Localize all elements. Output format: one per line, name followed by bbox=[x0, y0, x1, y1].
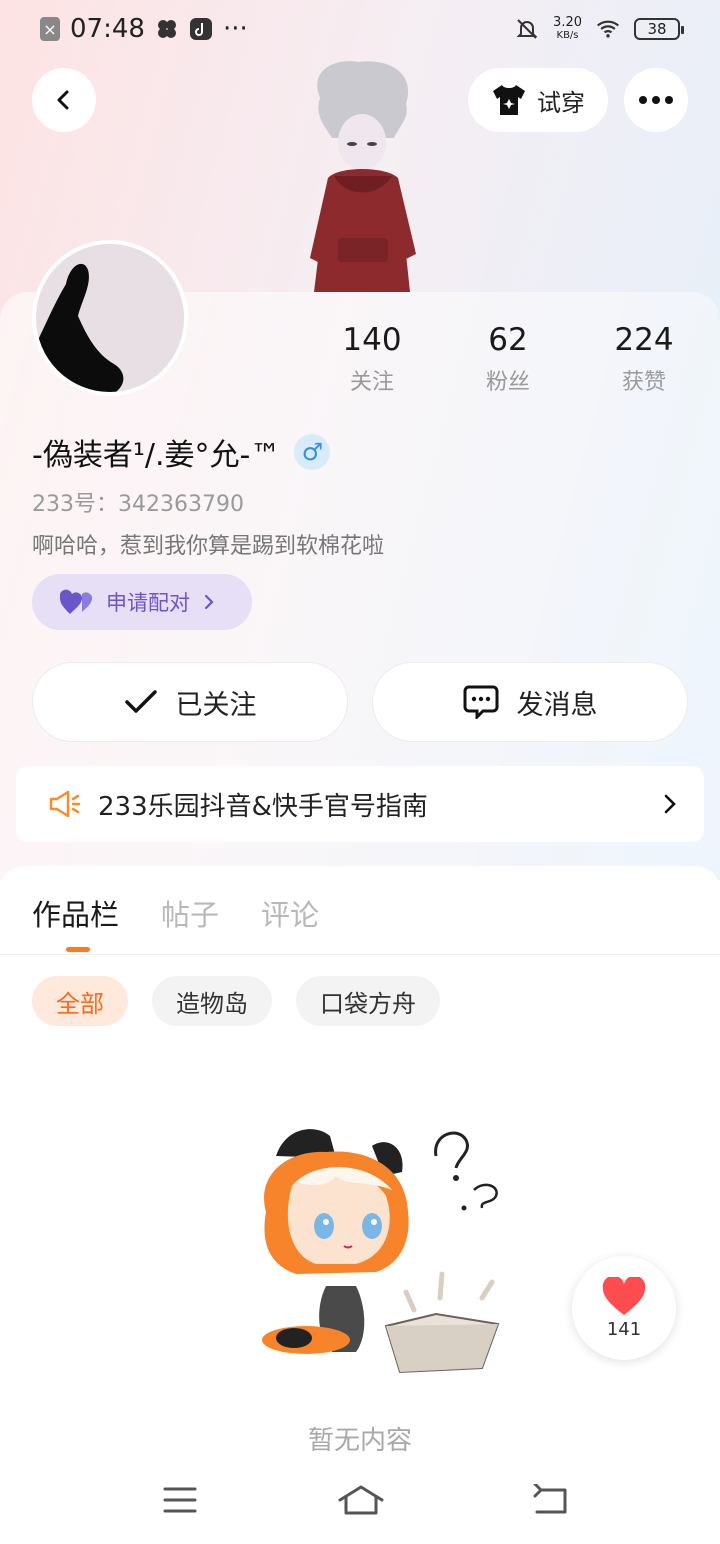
followed-label: 已关注 bbox=[175, 689, 257, 721]
more-options-button[interactable] bbox=[624, 68, 688, 132]
avatar[interactable] bbox=[32, 240, 188, 396]
tiktok-icon bbox=[189, 17, 213, 41]
chevron-right-icon bbox=[664, 794, 676, 814]
app-notification-icon bbox=[155, 17, 179, 41]
stat-likes-label: 获赞 bbox=[621, 370, 666, 395]
profile-bio: 啊哈哈，惹到我你算是踢到软棉花啦 bbox=[32, 534, 385, 559]
followed-button[interactable]: 已关注 bbox=[32, 662, 348, 742]
filter-chips: 全部 造物岛 口袋方舟 bbox=[32, 976, 440, 1026]
stat-fans[interactable]: 62 粉丝 bbox=[448, 322, 568, 396]
home-icon[interactable] bbox=[336, 1482, 386, 1518]
stat-following-value: 140 bbox=[342, 322, 402, 358]
like-button[interactable]: 141 bbox=[572, 1256, 676, 1360]
stat-likes[interactable]: 224 获赞 bbox=[584, 322, 704, 396]
back-nav-icon[interactable] bbox=[530, 1482, 570, 1518]
tab-comments[interactable]: 评论 bbox=[261, 892, 319, 934]
avatar-3d-figure[interactable] bbox=[298, 58, 428, 292]
more-notifications-icon: ··· bbox=[222, 14, 248, 44]
stat-fans-label: 粉丝 bbox=[485, 370, 530, 395]
empty-state-text: 暂无内容 bbox=[307, 1426, 412, 1456]
filter-pocket-ark[interactable]: 口袋方舟 bbox=[296, 976, 440, 1026]
try-on-label: 试穿 bbox=[537, 88, 585, 117]
user-id: 233号：342363790 bbox=[32, 492, 244, 517]
tab-posts[interactable]: 帖子 bbox=[161, 892, 219, 934]
more-dots-icon bbox=[639, 96, 673, 104]
wifi-icon bbox=[596, 17, 620, 41]
notice-text: 233乐园抖音&快手官号指南 bbox=[98, 791, 428, 822]
profile-name: -偽装者¹/.姜°允-™ bbox=[32, 438, 281, 473]
stat-fans-value: 62 bbox=[488, 322, 528, 358]
notice-banner[interactable]: 233乐园抖音&快手官号指南 bbox=[16, 766, 704, 842]
mute-bell-icon bbox=[515, 17, 539, 41]
heart-icon bbox=[602, 1276, 646, 1315]
like-count: 141 bbox=[606, 1318, 642, 1340]
apply-pair-button[interactable]: 申请配对 bbox=[32, 574, 252, 630]
double-heart-icon bbox=[60, 589, 92, 614]
status-time: 07:48 bbox=[70, 14, 145, 44]
empty-state-illustration bbox=[236, 1116, 506, 1378]
tab-works[interactable]: 作品栏 bbox=[32, 892, 119, 934]
tabs-divider bbox=[0, 954, 720, 955]
send-message-button[interactable]: 发消息 bbox=[372, 662, 688, 742]
stat-following[interactable]: 140 关注 bbox=[312, 322, 432, 396]
filter-creation-island[interactable]: 造物岛 bbox=[152, 976, 272, 1026]
apply-pair-label: 申请配对 bbox=[106, 591, 190, 615]
tshirt-icon bbox=[493, 85, 525, 115]
chevron-left-icon bbox=[57, 90, 69, 110]
menu-icon[interactable] bbox=[160, 1482, 200, 1518]
filter-all[interactable]: 全部 bbox=[32, 976, 128, 1026]
status-bar: × 07:48 ··· 3.20 KB/s 38 bbox=[0, 0, 720, 58]
system-nav-bar bbox=[0, 1470, 720, 1544]
male-gender-icon: ♂ bbox=[294, 434, 331, 470]
megaphone-icon bbox=[49, 790, 81, 818]
send-message-label: 发消息 bbox=[516, 689, 598, 721]
back-button[interactable] bbox=[32, 68, 96, 132]
chevron-right-icon bbox=[204, 594, 214, 610]
stat-following-label: 关注 bbox=[349, 370, 394, 395]
active-tab-indicator bbox=[66, 947, 90, 952]
battery-indicator: 38 bbox=[634, 18, 684, 40]
notification-close-icon: × bbox=[40, 17, 60, 41]
network-speed: 3.20 KB/s bbox=[553, 15, 582, 41]
message-bubble-icon bbox=[463, 685, 498, 719]
profile-name-row: -偽装者¹/.姜°允-™ ♂ bbox=[32, 430, 331, 474]
content-tabs: 作品栏 帖子 评论 bbox=[32, 892, 319, 934]
check-icon bbox=[124, 690, 157, 713]
stat-likes-value: 224 bbox=[614, 322, 674, 358]
try-on-button[interactable]: 试穿 bbox=[468, 68, 608, 132]
